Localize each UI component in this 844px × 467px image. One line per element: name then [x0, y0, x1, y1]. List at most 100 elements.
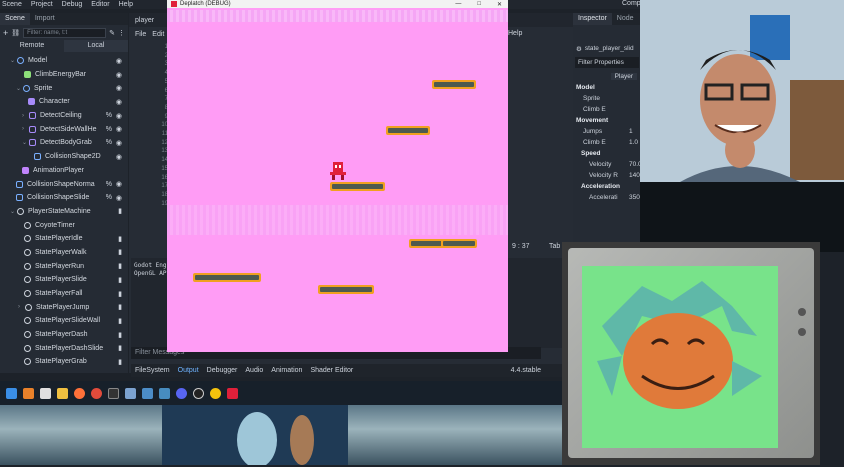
tab-node[interactable]: Node [612, 13, 639, 25]
script-tab[interactable]: player [135, 17, 154, 24]
prop-acceleration[interactable]: Accelerati 350.0 [573, 192, 645, 203]
script-icon[interactable]: ▮ [118, 344, 122, 352]
godot-icon[interactable] [159, 387, 170, 399]
tab-shader-editor[interactable]: Shader Editor [310, 367, 353, 374]
section-acceleration[interactable]: Acceleration [573, 181, 641, 192]
script-icon[interactable]: ▮ [118, 235, 122, 243]
remote-tab[interactable]: Remote [0, 40, 64, 52]
script-icon[interactable]: ▮ [118, 276, 122, 284]
tree-node[interactable]: StatePlayerRun ▮ [0, 259, 128, 273]
tree-node[interactable]: CoyoteTimer [0, 218, 128, 232]
firefox-icon[interactable] [74, 387, 85, 399]
github-icon[interactable] [125, 387, 136, 399]
tree-node[interactable]: StatePlayerGrab ▮ [0, 355, 128, 369]
prop-climb-bar[interactable]: Climb E [573, 104, 641, 115]
tab-audio[interactable]: Audio [245, 367, 263, 374]
tree-node[interactable]: › DetectCeiling% ◉ [0, 109, 128, 123]
more-icon[interactable]: ⋮ [118, 29, 125, 37]
tree-node[interactable]: StatePlayerDashSlide ▮ [0, 341, 128, 355]
obs-icon[interactable] [193, 387, 204, 399]
tree-node[interactable]: StatePlayerWalk ▮ [0, 246, 128, 260]
tree-node[interactable]: StatePlayerSlide ▮ [0, 273, 128, 287]
script-icon[interactable]: ▮ [118, 248, 122, 256]
tree-node[interactable]: ⌄ PlayerStateMachine ▮ [0, 205, 128, 219]
tree-node[interactable]: CollisionShape2D ◉ [0, 150, 128, 164]
network-icon[interactable] [142, 387, 153, 399]
visibility-icon[interactable]: ◉ [116, 194, 122, 202]
section-movement[interactable]: Movement [573, 115, 641, 126]
tree-node[interactable]: CollisionShapeNorma% ◉ [0, 177, 128, 191]
visibility-icon[interactable]: ◉ [116, 112, 122, 120]
discord-icon[interactable] [176, 387, 187, 399]
store-icon[interactable] [23, 387, 34, 399]
prop-climb-energy[interactable]: Climb E 1.0 [573, 137, 641, 148]
tree-node[interactable]: StatePlayerIdle ▮ [0, 232, 128, 246]
visibility-icon[interactable]: ◉ [116, 139, 122, 147]
script-icon[interactable]: ▮ [118, 303, 122, 311]
tab-inspector[interactable]: Inspector [573, 13, 612, 25]
visibility-icon[interactable]: ◉ [116, 98, 122, 106]
tab-output[interactable]: Output [178, 367, 199, 374]
terminal-icon[interactable] [108, 387, 119, 399]
section-model[interactable]: Model [573, 82, 641, 93]
tree-node[interactable]: StatePlayerDash ▮ [0, 328, 128, 342]
visibility-icon[interactable]: ◉ [116, 153, 122, 161]
menu-scene[interactable]: Scene [2, 1, 22, 8]
script-icon[interactable]: ▮ [118, 358, 122, 366]
menu-editor[interactable]: Editor [91, 1, 109, 8]
minimize-icon[interactable]: — [455, 1, 461, 7]
script-icon[interactable]: ✎ [109, 29, 115, 37]
app-icon[interactable] [40, 387, 51, 399]
prop-sprite[interactable]: Sprite [573, 93, 641, 104]
tree-node[interactable]: ⌄ Sprite ◉ [0, 81, 128, 95]
tab-animation[interactable]: Animation [271, 367, 302, 374]
menu-help[interactable]: Help [119, 1, 133, 8]
windows-icon[interactable] [6, 387, 17, 399]
script-icon[interactable]: ▮ [118, 290, 122, 298]
inspector-filter-input[interactable]: Filter Properties [575, 57, 639, 68]
scene-filter-input[interactable]: Filter: name, t:t [23, 27, 107, 38]
tree-node[interactable]: AnimationPlayer [0, 164, 128, 178]
prop-velocity-run[interactable]: Velocity R 140.0 [573, 170, 645, 181]
local-tab[interactable]: Local [64, 40, 128, 52]
chrome2-icon[interactable] [210, 387, 221, 399]
tree-node[interactable]: ClimbEnergyBar ◉ [0, 68, 128, 82]
script-icon[interactable]: ▮ [118, 207, 122, 215]
compatibility-label[interactable]: Comp [622, 0, 641, 7]
link-icon[interactable]: ⛓ [11, 29, 20, 37]
tab-scene[interactable]: Scene [0, 13, 30, 25]
indent-mode[interactable]: Tab [549, 243, 560, 250]
visibility-icon[interactable]: ◉ [116, 125, 122, 133]
tree-node[interactable]: ⌄ DetectBodyGrab% ◉ [0, 136, 128, 150]
visibility-icon[interactable]: ◉ [116, 57, 122, 65]
menu-debug[interactable]: Debug [62, 1, 83, 8]
visibility-icon[interactable]: ◉ [116, 71, 122, 79]
script-icon[interactable]: ▮ [118, 331, 122, 339]
script-icon[interactable]: ▮ [118, 262, 122, 270]
visibility-icon[interactable]: ◉ [116, 180, 122, 188]
tree-node[interactable]: › DetectSideWallHe% ◉ [0, 122, 128, 136]
prop-velocity[interactable]: Velocity 70.0 [573, 159, 642, 170]
visibility-icon[interactable]: ◉ [116, 84, 122, 92]
tree-node[interactable]: StatePlayerFall ▮ [0, 287, 128, 301]
tree-node[interactable]: Character ◉ [0, 95, 128, 109]
tree-node[interactable]: StatePlayerSlideWall ▮ [0, 314, 128, 328]
tree-node[interactable]: ⌄ Model ◉ [0, 54, 128, 68]
inspected-object[interactable]: ⚙ state_player_slid [573, 43, 641, 54]
add-node-icon[interactable]: + [3, 28, 8, 38]
edit-menu[interactable]: Edit [152, 31, 164, 38]
tree-node[interactable]: CollisionShapeSlide% ◉ [0, 191, 128, 205]
game-icon[interactable] [227, 387, 238, 399]
close-icon[interactable]: ✕ [497, 1, 502, 8]
folder-icon[interactable] [57, 387, 68, 399]
tab-debugger[interactable]: Debugger [207, 367, 238, 374]
tree-node[interactable]: › StatePlayerJump ▮ [0, 300, 128, 314]
chrome-icon[interactable] [91, 387, 102, 399]
script-help-menu[interactable]: Help [508, 30, 522, 37]
file-menu[interactable]: File [135, 31, 146, 38]
prop-jumps[interactable]: Jumps 1 [573, 126, 641, 137]
section-speed[interactable]: Speed [573, 148, 641, 159]
script-icon[interactable]: ▮ [118, 317, 122, 325]
tab-filesystem[interactable]: FileSystem [135, 367, 170, 374]
tab-import[interactable]: Import [30, 13, 60, 25]
